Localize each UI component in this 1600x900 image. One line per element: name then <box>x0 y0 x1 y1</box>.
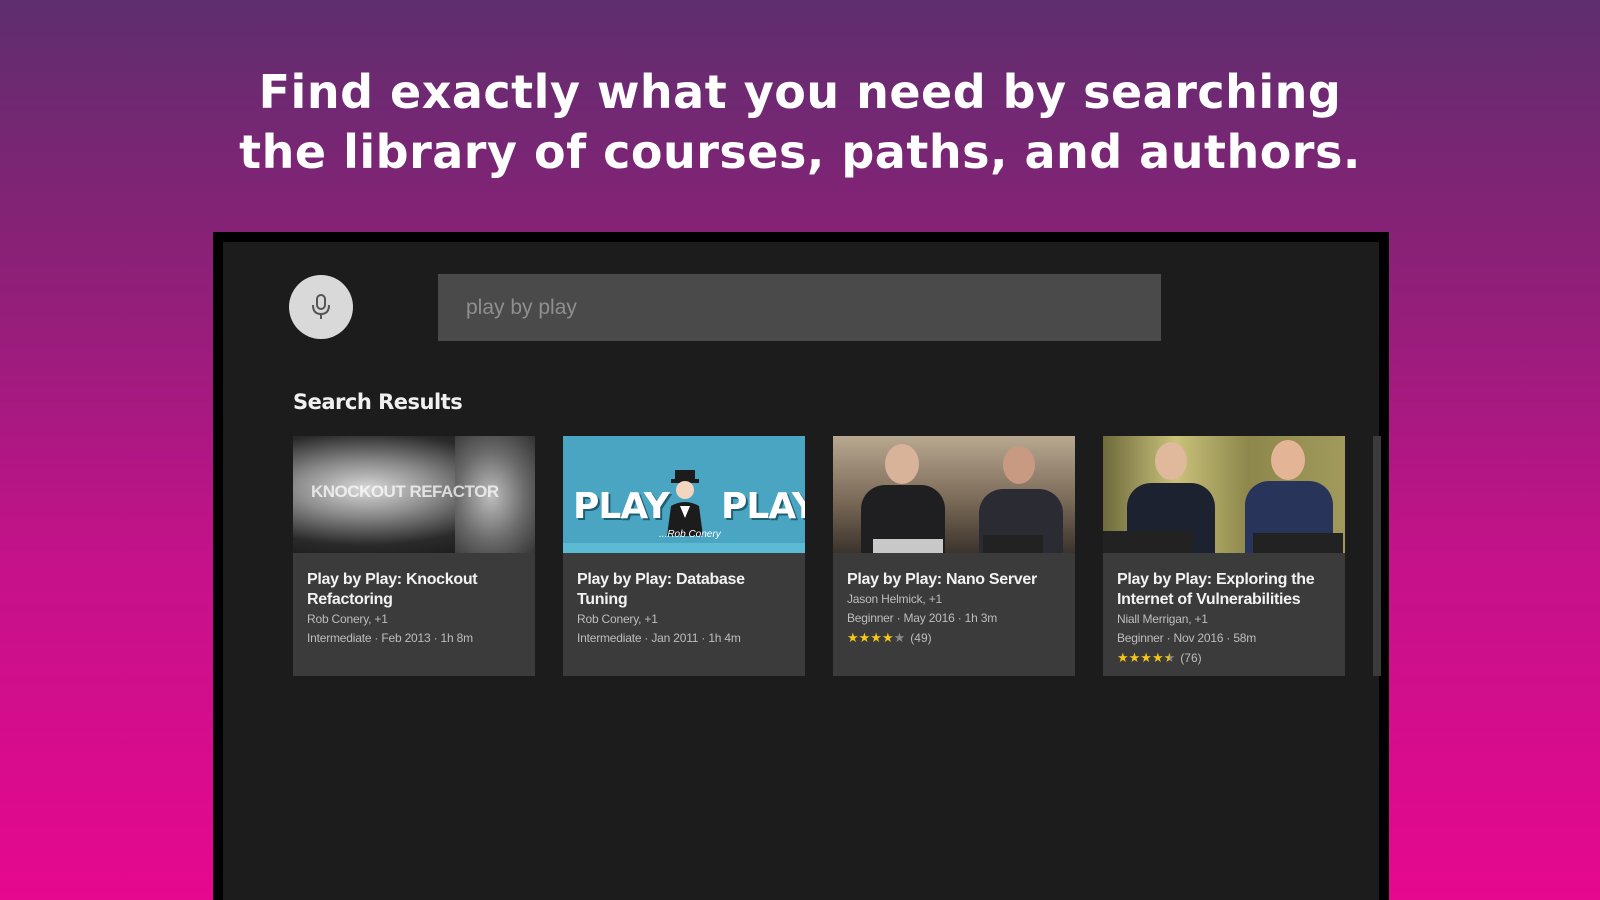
result-title: Play by Play: Exploring the Internet of … <box>1117 571 1315 608</box>
search-results-row: KNOCKOUT REFACTOR Play by Play: Knockout… <box>293 436 1385 676</box>
presenter-figure-icon <box>667 470 703 536</box>
result-details: Beginner · May 2016 · 1h 3m <box>847 611 998 625</box>
result-details: Beginner · Nov 2016 · 58m <box>1117 631 1257 645</box>
tv-screen: play by play Search Results KNOCKOUT REF… <box>213 232 1389 900</box>
result-authors: Rob Conery, +1 <box>307 612 388 626</box>
course-thumbnail <box>1103 436 1345 553</box>
course-thumbnail <box>833 436 1075 553</box>
search-results-heading: Search Results <box>293 390 463 414</box>
result-title: Play by Play: Nano Server <box>847 571 1037 588</box>
result-authors: Rob Conery, +1 <box>577 612 658 626</box>
search-input[interactable]: play by play <box>438 274 1161 341</box>
result-card[interactable]: Play by Play: Exploring the Internet of … <box>1103 436 1345 676</box>
next-result-card-edge[interactable] <box>1373 436 1381 676</box>
star-icon: ★★★★★ <box>847 630 906 645</box>
result-authors: Niall Merrigan, +1 <box>1117 612 1208 626</box>
result-details: Intermediate · Jan 2011 · 1h 4m <box>577 631 741 645</box>
thumbnail-title-text: PLAY <box>721 486 805 527</box>
result-title: Play by Play: Database Tuning <box>577 571 745 608</box>
voice-search-button[interactable] <box>289 275 353 339</box>
thumbnail-title-text: KNOCKOUT REFACTOR <box>311 482 499 501</box>
star-rating: ★★★★★ (76) <box>1117 648 1331 668</box>
microphone-icon <box>312 294 330 319</box>
star-icon: ★★★★★ <box>1117 650 1176 665</box>
result-details: Intermediate · Feb 2013 · 1h 8m <box>307 631 473 645</box>
result-authors: Jason Helmick, +1 <box>847 592 942 606</box>
result-card[interactable]: PLAY PLAY ...Rob Conery Play by Play: Da… <box>563 436 805 676</box>
search-query-text: play by play <box>466 295 577 319</box>
result-title: Play by Play: Knockout Refactoring <box>307 571 478 608</box>
headline-line-2: the library of courses, paths, and autho… <box>239 125 1361 179</box>
result-card[interactable]: Play by Play: Nano Server Jason Helmick,… <box>833 436 1075 676</box>
thumbnail-subtitle: ...Rob Conery <box>659 529 721 540</box>
headline-line-1: Find exactly what you need by searching <box>258 65 1342 119</box>
rating-count: (49) <box>910 631 932 645</box>
course-thumbnail: PLAY PLAY ...Rob Conery <box>563 436 805 553</box>
course-thumbnail: KNOCKOUT REFACTOR <box>293 436 535 553</box>
thumbnail-title-text: PLAY <box>573 486 670 527</box>
result-card[interactable]: KNOCKOUT REFACTOR Play by Play: Knockout… <box>293 436 535 676</box>
promo-headline: Find exactly what you need by searching … <box>0 62 1600 182</box>
star-rating: ★★★★★ (49) <box>847 628 1061 648</box>
rating-count: (76) <box>1180 651 1202 665</box>
